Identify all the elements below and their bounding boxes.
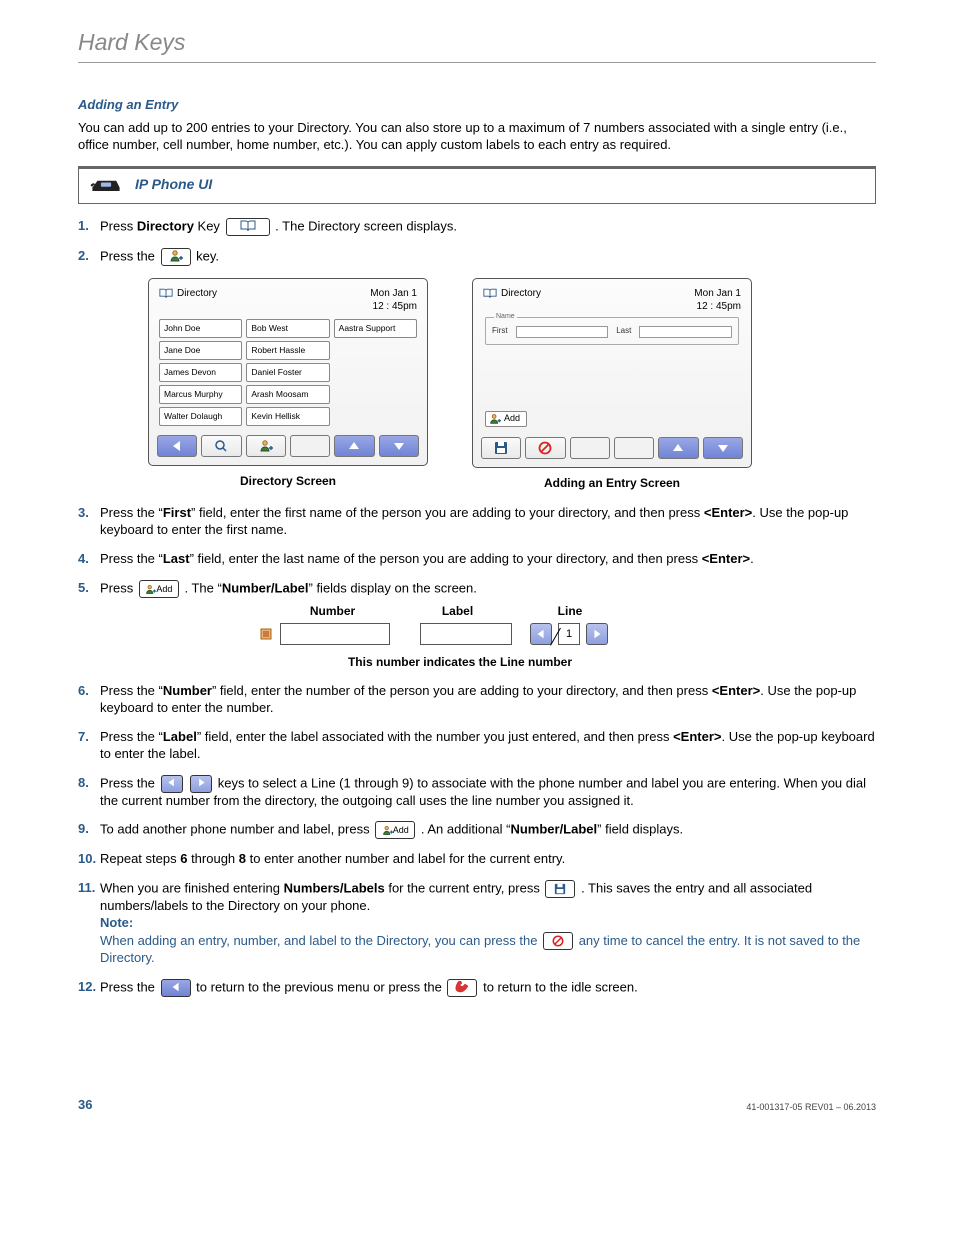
label-header: Label — [405, 604, 510, 620]
step-5: Press Add . The “Number/Label” fields di… — [78, 580, 876, 671]
directory-entry[interactable]: Jane Doe — [159, 341, 242, 360]
number-input[interactable] — [280, 623, 390, 645]
down-button[interactable] — [703, 437, 743, 459]
down-button[interactable] — [379, 435, 419, 457]
line-prev-button[interactable] — [530, 623, 552, 645]
step-12: Press the to return to the previous menu… — [78, 979, 876, 997]
directory-screen-mock: Directory Mon Jan 112 : 45pm John DoeBob… — [148, 278, 428, 466]
step-7: Press the “Label” field, enter the label… — [78, 729, 876, 763]
step-3: Press the “First” field, enter the first… — [78, 505, 876, 539]
book-icon — [483, 288, 497, 299]
page-number: 36 — [78, 1097, 92, 1114]
home-phone-key-icon — [447, 979, 477, 997]
ip-phone-ui-label: IP Phone UI — [135, 175, 212, 193]
add-person-key-icon — [161, 248, 191, 266]
step-1: Press Directory Key . The Directory scre… — [78, 218, 876, 236]
directory-entry[interactable]: James Devon — [159, 363, 242, 382]
directory-entry[interactable]: Walter Dolaugh — [159, 407, 242, 426]
doc-revision: 41-001317-05 REV01 – 06.2013 — [746, 1102, 876, 1114]
directory-entry[interactable]: Robert Hassle — [246, 341, 329, 360]
directory-entry[interactable]: John Doe — [159, 319, 242, 338]
number-header: Number — [260, 604, 405, 620]
directory-entry[interactable]: Kevin Hellisk — [246, 407, 329, 426]
number-label-line-figure: Number Label Line 1 This number indicate… — [260, 604, 660, 671]
first-label: First — [492, 326, 508, 336]
add-softkey-icon: Add — [139, 580, 179, 598]
page-footer: 36 41-001317-05 REV01 – 06.2013 — [78, 1097, 876, 1114]
directory-entry[interactable]: Bob West — [246, 319, 329, 338]
page-title: Hard Keys — [78, 28, 876, 63]
ip-phone-ui-box: IP Phone UI — [78, 166, 876, 204]
step-2: Press the key. Directory Mon Jan 112 : 4… — [78, 248, 876, 492]
directory-entry[interactable]: Aastra Support — [334, 319, 417, 338]
add-entry-screen-mock: Directory Mon Jan 112 : 45pm Name First … — [472, 278, 752, 468]
step-6: Press the “Number” field, enter the numb… — [78, 683, 876, 717]
screen-b-caption: Adding an Entry Screen — [472, 476, 752, 492]
back-button[interactable] — [157, 435, 197, 457]
add-softkey-icon: Add — [375, 821, 415, 839]
line-number-note: This number indicates the Line number — [260, 655, 660, 671]
step-4: Press the “Last” field, enter the last n… — [78, 551, 876, 568]
add-person-button[interactable] — [246, 435, 286, 457]
label-input[interactable] — [420, 623, 512, 645]
desk-phone-icon — [89, 175, 123, 195]
book-icon — [159, 288, 173, 299]
note-text: When adding an entry, number, and label … — [100, 933, 860, 966]
save-button[interactable] — [481, 437, 521, 459]
note-label: Note: — [100, 915, 133, 930]
cancel-key-icon — [543, 932, 573, 950]
intro-paragraph: You can add up to 200 entries to your Di… — [78, 120, 876, 154]
up-button[interactable] — [334, 435, 374, 457]
section-heading: Adding an Entry — [78, 97, 876, 114]
directory-entry[interactable]: Arash Moosam — [246, 385, 329, 404]
left-arrow-key-icon — [161, 775, 183, 793]
step-9: To add another phone number and label, p… — [78, 821, 876, 839]
name-fieldset-legend: Name — [494, 312, 517, 321]
first-input[interactable] — [516, 326, 609, 338]
screen-a-caption: Directory Screen — [148, 474, 428, 490]
directory-hardkey-icon — [226, 218, 270, 236]
directory-entry[interactable]: Marcus Murphy — [159, 385, 242, 404]
number-field-icon — [260, 627, 274, 641]
search-button[interactable] — [201, 435, 241, 457]
steps-list: Press Directory Key . The Directory scre… — [78, 218, 876, 997]
line-header: Line — [510, 604, 630, 620]
back-key-icon — [161, 979, 191, 997]
directory-entry[interactable]: Daniel Foster — [246, 363, 329, 382]
add-softkey[interactable]: Add — [485, 411, 527, 427]
line-next-button[interactable] — [586, 623, 608, 645]
step-11: When you are finished entering Numbers/L… — [78, 880, 876, 967]
right-arrow-key-icon — [190, 775, 212, 793]
step-8: Press the keys to select a Line (1 throu… — [78, 775, 876, 810]
step-10: Repeat steps 6 through 8 to enter anothe… — [78, 851, 876, 868]
up-button[interactable] — [658, 437, 698, 459]
cancel-button[interactable] — [525, 437, 565, 459]
save-key-icon — [545, 880, 575, 898]
line-number-value: 1 — [558, 623, 580, 645]
last-input[interactable] — [639, 326, 732, 338]
last-label: Last — [616, 326, 631, 336]
